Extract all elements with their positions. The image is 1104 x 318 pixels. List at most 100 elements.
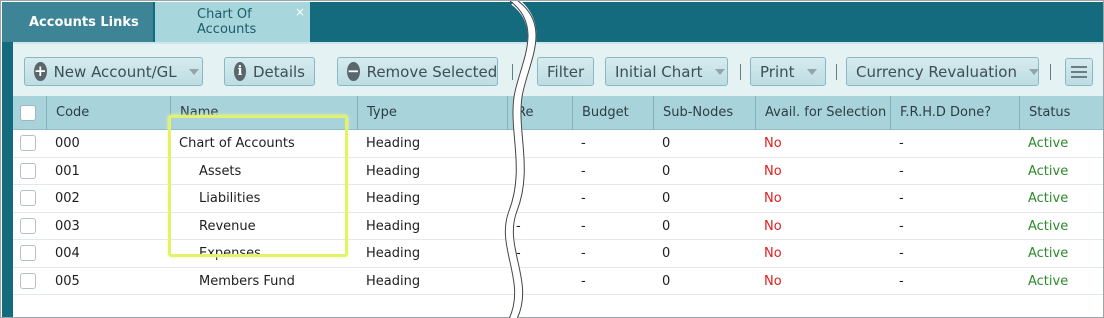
table-row[interactable]: 002 Liabilities Heading - - 0 No - Active xyxy=(13,185,1103,213)
cell-name: Revenue xyxy=(199,218,256,234)
cell-sub-nodes: 0 xyxy=(662,136,671,151)
tab-chart-of-accounts[interactable]: Chart Of Accounts × xyxy=(155,2,310,42)
cell-avail: No xyxy=(764,136,782,151)
cell-sub-nodes: 0 xyxy=(662,163,671,179)
cell-re: - xyxy=(516,273,521,289)
cell-avail: No xyxy=(764,246,782,261)
chevron-down-icon xyxy=(188,68,199,75)
details-label: Details xyxy=(252,62,305,81)
cell-name: Members Fund xyxy=(199,273,295,289)
table-header: Code Name Type Re Budget Sub-Nodes Avail… xyxy=(13,96,1103,130)
cell-budget: - xyxy=(581,163,586,179)
filter-button[interactable]: Filter xyxy=(537,57,594,86)
new-account-label: New Account/GL xyxy=(53,62,177,81)
details-button[interactable]: i Details xyxy=(224,57,315,86)
cell-status: Active xyxy=(1028,191,1069,206)
column-header-frhd-done[interactable]: F.R.H.D Done? xyxy=(890,96,1019,130)
tab-label: Chart Of Accounts xyxy=(197,7,257,37)
cell-type: Heading xyxy=(366,163,421,179)
tab-accounts-links[interactable]: Accounts Links xyxy=(2,2,153,42)
cell-frhd: - xyxy=(899,136,904,151)
new-account-button[interactable]: + New Account/GL xyxy=(24,57,203,86)
toolbar-divider xyxy=(512,64,513,80)
row-checkbox[interactable] xyxy=(20,190,36,206)
cell-code: 000 xyxy=(55,136,80,151)
chevron-down-icon xyxy=(806,68,817,75)
cell-type: Heading xyxy=(366,246,421,261)
cell-re xyxy=(507,130,516,157)
column-header-name[interactable]: Name xyxy=(170,96,357,130)
cell-re: - xyxy=(516,246,521,261)
cell-type: Heading xyxy=(366,218,421,234)
cell-status: Active xyxy=(1028,218,1069,234)
row-checkbox[interactable] xyxy=(20,245,36,261)
plus-circle-icon: + xyxy=(34,62,47,81)
cell-frhd: - xyxy=(899,218,904,234)
cell-avail: No xyxy=(764,163,782,179)
cell-avail: No xyxy=(764,191,782,206)
cell-frhd: - xyxy=(899,273,904,289)
left-accent-strip xyxy=(2,2,13,317)
column-header-type[interactable]: Type xyxy=(357,96,507,130)
cell-code: 002 xyxy=(55,191,80,206)
row-checkbox[interactable] xyxy=(20,162,36,179)
row-checkbox[interactable] xyxy=(20,135,36,151)
cell-sub-nodes: 0 xyxy=(662,191,671,206)
cell-re: - xyxy=(516,191,521,206)
cell-re: - xyxy=(516,218,521,234)
initial-chart-label: Initial Chart xyxy=(615,62,703,81)
cell-sub-nodes: 0 xyxy=(662,246,671,261)
cell-status: Active xyxy=(1028,163,1069,179)
cell-status: Active xyxy=(1028,136,1069,151)
content-panel: + New Account/GL i Details − Remove Sele… xyxy=(13,42,1103,317)
cell-re: - xyxy=(516,163,521,179)
cell-sub-nodes: 0 xyxy=(662,273,671,289)
remove-selected-button[interactable]: − Remove Selected xyxy=(337,57,498,86)
cell-status: Active xyxy=(1028,273,1069,289)
cell-name: Chart of Accounts xyxy=(179,136,295,151)
column-header-code[interactable]: Code xyxy=(46,96,170,130)
table-body: 000 Chart of Accounts Heading -0 No - Active 00… xyxy=(13,130,1103,295)
select-all-checkbox[interactable] xyxy=(20,105,36,121)
column-header-budget[interactable]: Budget xyxy=(572,96,653,130)
row-checkbox[interactable] xyxy=(20,217,36,234)
cell-status: Active xyxy=(1028,246,1069,261)
toolbar-divider xyxy=(836,64,837,80)
cell-code: 005 xyxy=(55,273,80,289)
filter-label: Filter xyxy=(547,62,585,81)
column-header-avail-for-selection[interactable]: Avail. for Selection xyxy=(755,96,890,130)
cell-name: Expenses xyxy=(199,246,261,261)
table-row[interactable]: 001 Assets Heading - - 0 No - Active xyxy=(13,158,1103,185)
cell-name: Assets xyxy=(199,163,242,179)
cell-budget: - xyxy=(581,136,586,151)
remove-selected-label: Remove Selected xyxy=(366,62,498,81)
tab-bar: Accounts Links Chart Of Accounts × xyxy=(2,2,1103,42)
window-frame: Accounts Links Chart Of Accounts × + New… xyxy=(0,0,1104,318)
cell-frhd: - xyxy=(899,246,904,261)
cell-budget: - xyxy=(581,273,586,289)
close-icon[interactable]: × xyxy=(295,5,305,19)
hamburger-menu-icon[interactable] xyxy=(1065,58,1093,86)
cell-sub-nodes: 0 xyxy=(662,218,671,234)
row-checkbox[interactable] xyxy=(20,272,36,289)
cell-budget: - xyxy=(581,191,586,206)
table-row[interactable]: 004 Expenses Heading - - 0 No - Active xyxy=(13,240,1103,268)
column-header-re[interactable]: Re xyxy=(507,96,572,130)
cell-type: Heading xyxy=(366,273,421,289)
chevron-down-icon xyxy=(1029,68,1039,75)
table-row[interactable]: 000 Chart of Accounts Heading - 0 No - Active xyxy=(13,130,1103,158)
cell-type: Heading xyxy=(366,191,421,206)
currency-revaluation-button[interactable]: Currency Revaluation xyxy=(846,57,1039,86)
cell-code: 003 xyxy=(55,218,80,234)
table-row[interactable]: 005 Members Fund Heading - - 0 No - Active xyxy=(13,268,1103,295)
print-button[interactable]: Print xyxy=(750,57,826,86)
cell-budget: - xyxy=(581,246,586,261)
print-label: Print xyxy=(760,62,795,81)
table-row[interactable]: 003 Revenue Heading - - 0 No - Active xyxy=(13,213,1103,240)
column-header-status[interactable]: Status xyxy=(1019,96,1103,130)
toolbar-divider xyxy=(740,64,741,80)
cell-type: Heading xyxy=(366,136,421,151)
initial-chart-button[interactable]: Initial Chart xyxy=(605,57,728,86)
column-header-sub-nodes[interactable]: Sub-Nodes xyxy=(653,96,755,130)
chevron-down-icon xyxy=(714,68,725,75)
